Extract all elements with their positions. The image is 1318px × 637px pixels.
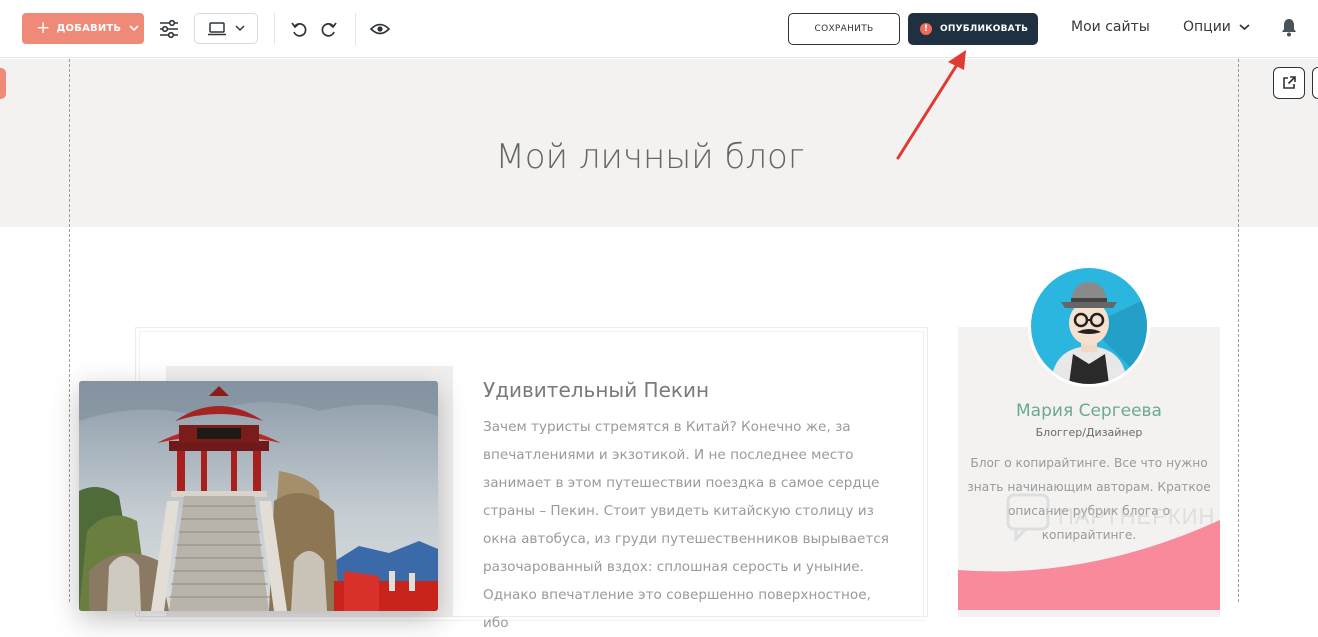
settings-sliders-icon[interactable] <box>158 18 180 40</box>
bell-icon[interactable] <box>1281 18 1297 41</box>
author-avatar[interactable] <box>1028 265 1150 387</box>
options-label: Опции <box>1183 19 1231 35</box>
post-excerpt[interactable]: Зачем туристы стремятся в Китай? Конечно… <box>483 413 893 637</box>
author-name[interactable]: Мария Сергеева <box>958 401 1220 421</box>
external-link-icon <box>1283 76 1296 89</box>
watermark: ПАРТНЕРКИН <box>1006 493 1215 541</box>
options-menu[interactable]: Опции <box>1183 19 1250 35</box>
save-button[interactable]: СОХРАНИТЬ <box>788 13 900 45</box>
editor-toolbar: + ДОБАВИТЬ СОХРАНИТЬ ! ОПУБЛИКОВАТЬ Мои … <box>0 0 1318 58</box>
warning-icon: ! <box>920 23 932 35</box>
section-handle[interactable] <box>0 68 6 99</box>
toolbar-divider <box>274 13 275 45</box>
undo-icon[interactable] <box>289 19 309 39</box>
my-sites-label: Мои сайты <box>1071 19 1150 35</box>
add-button[interactable]: + ДОБАВИТЬ <box>22 13 144 44</box>
post-image[interactable] <box>79 381 438 611</box>
layout-guide-right <box>1238 59 1239 602</box>
publish-button-label: ОПУБЛИКОВАТЬ <box>940 24 1029 34</box>
add-button-label: ДОБАВИТЬ <box>56 23 122 34</box>
chevron-down-icon <box>1239 23 1250 30</box>
my-sites-link[interactable]: Мои сайты <box>1071 19 1150 35</box>
device-selector[interactable] <box>194 13 258 44</box>
toolbar-divider <box>355 13 356 45</box>
redo-icon[interactable] <box>319 19 339 39</box>
laptop-icon <box>208 21 226 35</box>
toolbar-button-partial[interactable] <box>1312 67 1318 99</box>
external-link-button[interactable] <box>1273 67 1305 99</box>
chevron-down-icon <box>129 25 139 32</box>
blog-title[interactable]: Мой личный блог <box>0 137 1300 177</box>
layout-guide-left <box>69 59 70 602</box>
watermark-text: ПАРТНЕРКИН <box>1058 504 1216 529</box>
chevron-down-icon <box>235 25 245 32</box>
preview-eye-icon[interactable] <box>369 19 391 39</box>
post-title[interactable]: Удивительный Пекин <box>483 378 709 402</box>
chat-bubble-icon <box>1006 493 1050 541</box>
publish-button[interactable]: ! ОПУБЛИКОВАТЬ <box>908 13 1038 45</box>
plus-icon: + <box>36 18 51 38</box>
author-role[interactable]: Блоггер/Дизайнер <box>958 426 1220 439</box>
